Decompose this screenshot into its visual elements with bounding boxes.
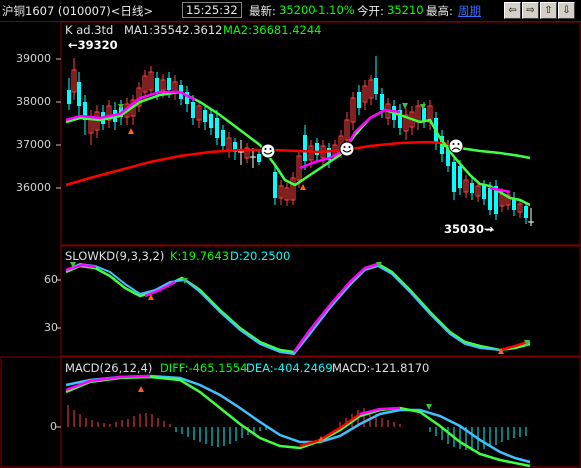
- kd-y-tick-60: 60: [44, 273, 58, 286]
- macd-macd-value: MACD:-121.8170: [332, 361, 430, 375]
- kd-y-tick-30: 30: [44, 321, 58, 334]
- macd-dea-value: DEA:-404.2469: [246, 361, 333, 375]
- kd-k-magenta-2: [144, 280, 176, 298]
- low-marker: 35030→: [444, 222, 494, 236]
- y-tick-39000: 39000: [16, 52, 51, 65]
- kd-k-line: [65, 262, 531, 354]
- y-tick-38000: 38000: [16, 95, 51, 108]
- kd-k-value: K:19.7643: [170, 249, 229, 263]
- y-tick-36000: 36000: [16, 181, 51, 194]
- kd-d-value: D:20.2500: [230, 249, 291, 263]
- kd-k-magenta: [65, 263, 97, 272]
- main-legend-ma2: MA2:36681.4244: [223, 23, 322, 37]
- main-y-ticks: [56, 58, 61, 428]
- macd-dea-line: [65, 374, 531, 464]
- y-tick-37000: 37000: [16, 138, 51, 151]
- signal-markers: [118, 103, 464, 190]
- macd-diff-line: [65, 375, 531, 468]
- corner-frame: [0, 356, 62, 468]
- macd-diff-value: DIFF:-465.1554: [160, 361, 248, 375]
- ma2-line: [65, 140, 451, 187]
- main-legend-k: K ad.3td: [65, 23, 114, 37]
- macd-y-tick-0: 0: [50, 420, 57, 433]
- kd-title: SLOWKD(9,3,3,2): [65, 249, 165, 263]
- ma1-overlay-magenta-2: [299, 108, 401, 170]
- kd-d-line: [65, 262, 531, 356]
- candlesticks: [67, 56, 534, 226]
- macd-histogram: [67, 405, 527, 451]
- high-marker: ←39320: [68, 38, 118, 52]
- main-legend-ma1: MA1:35542.3612: [124, 23, 223, 37]
- macd-title: MACD(26,12,4): [65, 361, 153, 375]
